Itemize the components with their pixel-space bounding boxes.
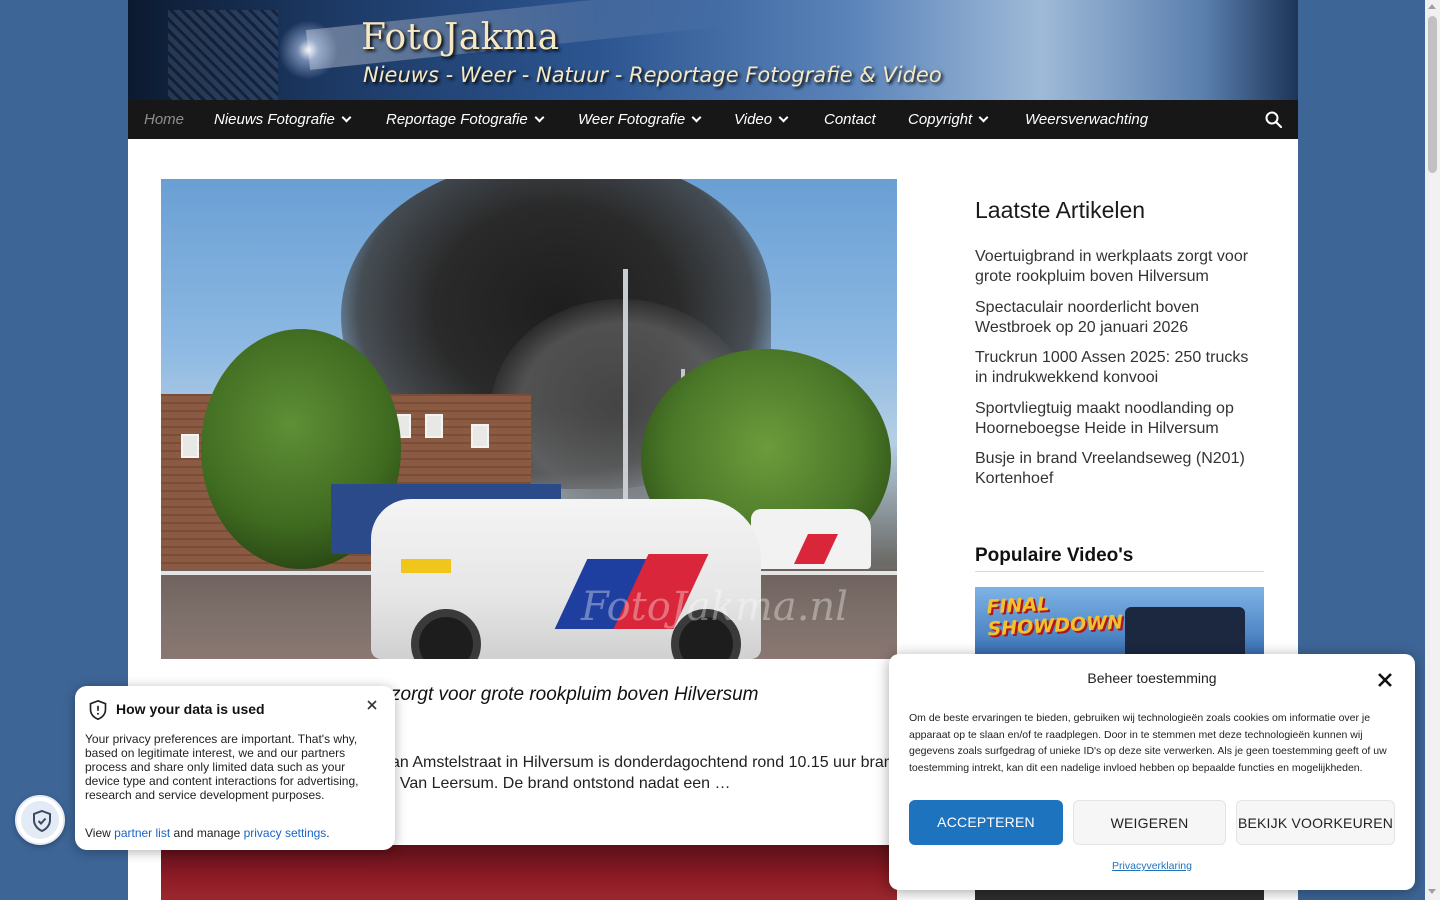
search-icon[interactable] [1265, 111, 1282, 128]
nav-item-reportage-fotografie[interactable]: Reportage Fotografie [386, 100, 545, 139]
hero-police-car [371, 499, 761, 659]
nav-item-label: Video [734, 111, 773, 128]
nav-item-contact[interactable]: Contact [824, 100, 876, 139]
close-icon[interactable] [1377, 672, 1393, 688]
hero-car-wheel [411, 609, 481, 659]
header-banner[interactable]: FotoJakma Nieuws - Weer - Natuur - Repor… [128, 0, 1298, 100]
privacy-links-middle: and manage [173, 826, 241, 840]
site-title[interactable]: FotoJakma [361, 17, 560, 58]
chevron-down-icon [691, 112, 702, 123]
privacy-settings-link[interactable]: privacy settings [244, 826, 327, 840]
shield-check-icon [33, 809, 51, 833]
scroll-down-arrow-icon[interactable] [1428, 889, 1436, 894]
privacy-popup-title: How your data is used [116, 701, 265, 717]
latest-article-link[interactable]: Sportvliegtuig maakt noodlanding op Hoor… [975, 399, 1265, 439]
privacy-popup: How your data is used Your privacy prefe… [75, 686, 395, 850]
consent-title: Beheer toestemming [1087, 670, 1217, 686]
chevron-down-icon [778, 112, 789, 123]
second-article-image[interactable] [161, 845, 897, 900]
accept-button[interactable]: ACCEPTEREN [909, 800, 1063, 845]
privacy-statement-link[interactable]: Privacyverklaring [889, 860, 1415, 872]
nav-item-label: Home [144, 111, 185, 128]
nav-item-label: Copyright [908, 111, 973, 128]
nav-item-label: Weer Fotografie [578, 111, 686, 128]
privacy-settings-button[interactable] [15, 795, 65, 845]
consent-text: Om de beste ervaringen te bieden, gebrui… [909, 712, 1387, 774]
site-tagline: Nieuws - Weer - Natuur - Reportage Fotog… [363, 63, 942, 87]
scroll-up-arrow-icon[interactable] [1428, 4, 1436, 9]
hero-window [181, 434, 199, 458]
privacy-popup-body: Your privacy preferences are important. … [85, 732, 359, 802]
chevron-down-icon [978, 112, 989, 123]
partner-list-link[interactable]: partner list [114, 826, 170, 840]
popular-videos-heading: Populaire Video's [975, 545, 1264, 572]
hero-license-plate [401, 559, 451, 573]
nav-item-weer-fotografie[interactable]: Weer Fotografie [578, 100, 702, 139]
view-preferences-button[interactable]: BEKIJK VOORKEUREN [1236, 800, 1395, 845]
close-icon[interactable] [365, 698, 379, 712]
chevron-down-icon [534, 112, 545, 123]
nav-item-copyright[interactable]: Copyright [908, 100, 989, 139]
nav-item-weersverwachting[interactable]: Weersverwachting [1025, 100, 1148, 139]
hero-van-stripe [794, 534, 838, 564]
nav-item-video[interactable]: Video [734, 100, 789, 139]
image-watermark: FotoJakma.nl [581, 584, 848, 630]
latest-article-link[interactable]: Spectaculair noorderlicht boven Westbroe… [975, 298, 1265, 338]
latest-articles-heading: Laatste Artikelen [975, 197, 1146, 223]
nav-item-nieuws-fotografie[interactable]: Nieuws Fotografie [214, 100, 352, 139]
privacy-links-prefix: View [85, 826, 111, 840]
chevron-down-icon [341, 112, 352, 123]
video-thumbnail-caption: FINAL SHOWDOWN [985, 593, 1124, 641]
latest-articles-list: Voertuigbrand in werkplaats zorgt voor g… [975, 247, 1265, 500]
hero-police-van [751, 509, 871, 569]
latest-article-link[interactable]: Truckrun 1000 Assen 2025: 250 trucks in … [975, 348, 1265, 388]
nav-item-label: Nieuws Fotografie [214, 111, 335, 128]
page-scrollbar[interactable] [1425, 0, 1440, 900]
banner-rig-graphic [168, 10, 278, 100]
scrollbar-thumb[interactable] [1428, 16, 1437, 173]
nav-item-home[interactable]: Home [144, 100, 184, 139]
nav-item-label: Contact [824, 111, 876, 128]
privacy-links-suffix: . [326, 826, 330, 840]
latest-article-link[interactable]: Voertuigbrand in werkplaats zorgt voor g… [975, 247, 1265, 287]
main-nav: Home Nieuws Fotografie Reportage Fotogra… [128, 100, 1298, 139]
nav-item-label: Weersverwachting [1025, 111, 1149, 128]
nav-item-label: Reportage Fotografie [386, 111, 528, 128]
featured-article-image[interactable]: FotoJakma.nl [161, 179, 897, 659]
latest-article-link[interactable]: Busje in brand Vreelandseweg (N201) Kort… [975, 449, 1265, 489]
banner-light-glow [278, 20, 338, 80]
cookie-consent-dialog: Beheer toestemming Om de beste ervaringe… [889, 654, 1415, 890]
deny-button[interactable]: WEIGEREN [1073, 800, 1226, 845]
privacy-popup-links: View partner list and manage privacy set… [85, 826, 330, 840]
shield-alert-icon [89, 699, 107, 721]
hero-window [425, 414, 443, 438]
hero-window [471, 424, 489, 448]
